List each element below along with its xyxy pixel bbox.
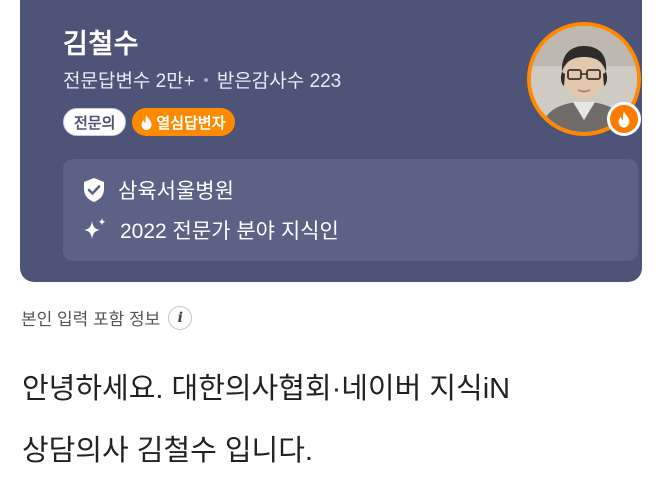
self-input-info: 본인 입력 포함 정보 i xyxy=(21,305,193,330)
answers-count: 전문답변수 2만+ xyxy=(63,71,195,92)
self-input-label: 본인 입력 포함 정보 xyxy=(21,310,161,329)
avatar xyxy=(527,22,641,136)
hot-answerer-badge: 열심답변자 xyxy=(132,108,236,136)
intro-text: 안녕하세요. 대한의사협회·네이버 지식iN 상담의사 김철수 입니다. xyxy=(22,358,642,482)
expert-name: 김철수 xyxy=(63,29,140,59)
separator-dot xyxy=(203,77,208,82)
intro-line-1: 안녕하세요. 대한의사협회·네이버 지식iN xyxy=(22,373,511,405)
shield-check-icon xyxy=(84,178,104,202)
thanks-count: 받은감사수 223 xyxy=(216,71,342,92)
award-row: 2022 전문가 분야 지식인 xyxy=(82,215,339,245)
intro-line-2: 상담의사 김철수 입니다. xyxy=(22,435,313,467)
badge-list: 전문의 열심답변자 xyxy=(63,108,236,136)
sparkle-icon xyxy=(84,218,106,239)
credentials-box: 삼육서울병원 2022 전문가 분야 지식인 xyxy=(63,159,638,261)
flame-icon xyxy=(141,114,152,130)
expert-badge: 전문의 xyxy=(63,108,127,136)
hospital-name: 삼육서울병원 xyxy=(118,180,234,203)
expert-stats: 전문답변수 2만+ 받은감사수 223 xyxy=(63,66,341,93)
award-text: 2022 전문가 분야 지식인 xyxy=(120,220,339,243)
hospital-row: 삼육서울병원 xyxy=(82,175,234,205)
profile-card: 김철수 전문답변수 2만+ 받은감사수 223 전문의 열심답변자 삼육서울병원… xyxy=(20,0,642,282)
flame-badge-icon xyxy=(607,102,641,136)
info-icon[interactable]: i xyxy=(168,305,193,330)
